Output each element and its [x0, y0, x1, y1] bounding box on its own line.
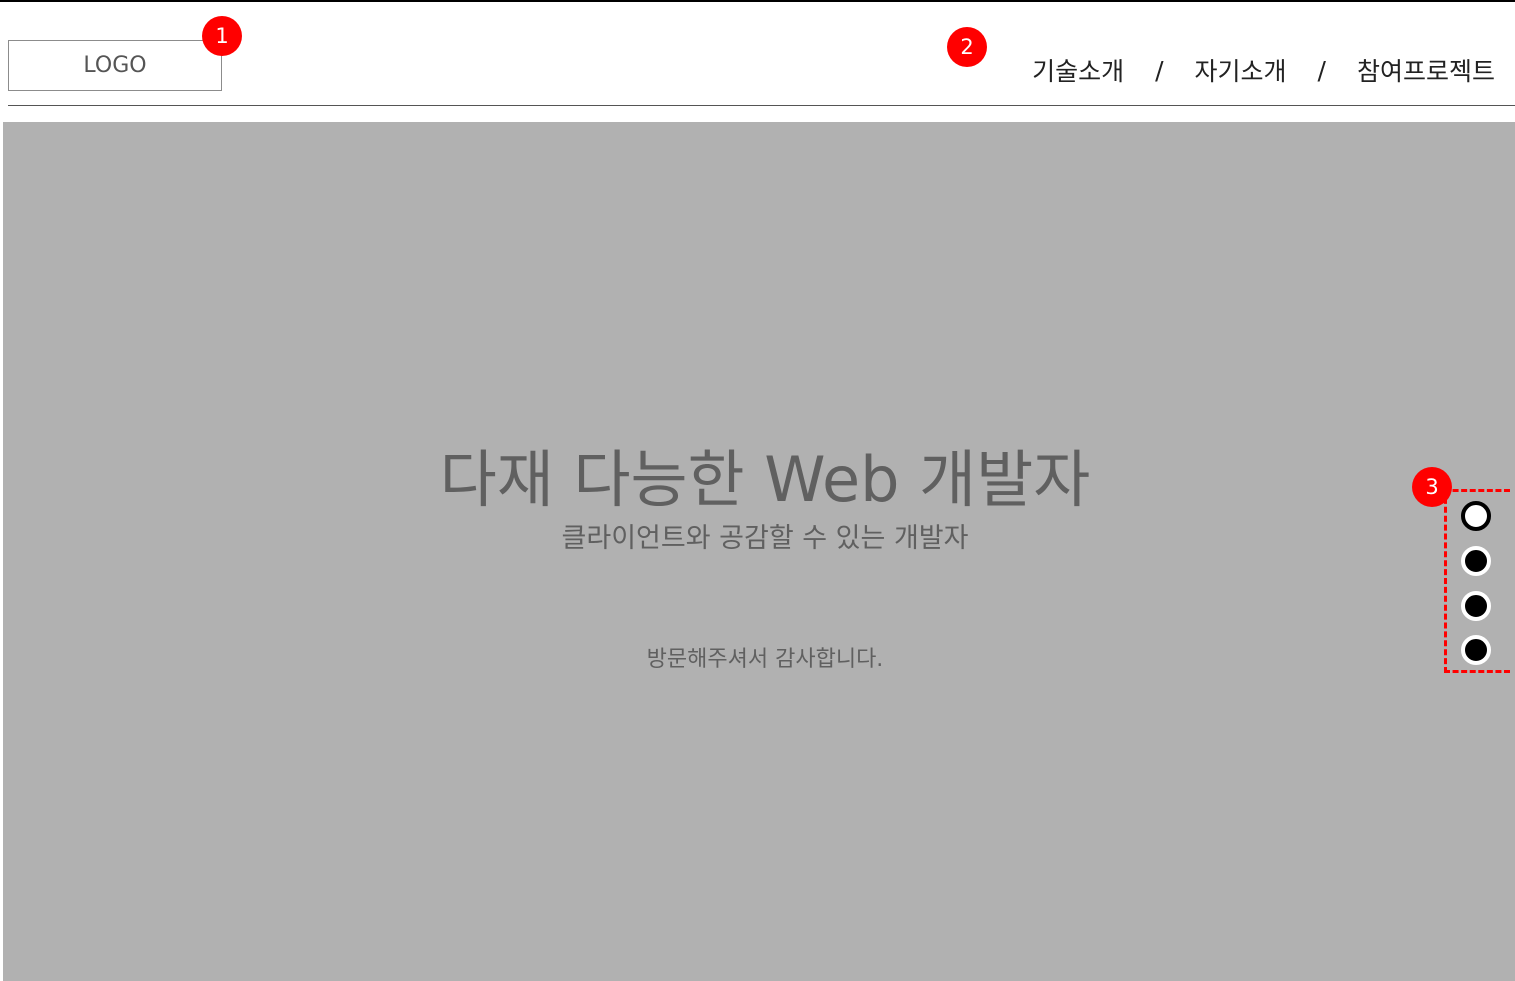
hero-section: 다재 다능한 Web 개발자 클라이언트와 공감할 수 있는 개발자 방문해주셔… [3, 122, 1515, 981]
annotation-badge-1: 1 [202, 16, 242, 56]
hero-title: 다재 다능한 Web 개발자 [439, 443, 1091, 516]
nav-separator: / [1155, 55, 1164, 85]
nav-item-about[interactable]: 자기소개 [1195, 52, 1287, 88]
nav-separator: / [1317, 55, 1326, 85]
hero-subtitle: 클라이언트와 공감할 수 있는 개발자 [561, 523, 969, 554]
page: LOGO 기술소개 / 자기소개 / 참여프로젝트 다재 다능한 Web 개발자… [0, 0, 1515, 981]
annotation-badge-3: 3 [1412, 467, 1452, 507]
slide-dot-1[interactable] [1461, 501, 1491, 531]
slide-dot-2[interactable] [1461, 546, 1491, 576]
annotation-badge-2: 2 [947, 27, 987, 67]
hero-message: 방문해주셔서 감사합니다. [646, 647, 884, 672]
header-divider [8, 105, 1515, 106]
main-nav: 기술소개 / 자기소개 / 참여프로젝트 [1032, 52, 1495, 88]
slide-dot-4[interactable] [1461, 635, 1491, 665]
logo-label: LOGO [83, 53, 147, 78]
nav-item-tech[interactable]: 기술소개 [1032, 52, 1124, 88]
logo[interactable]: LOGO [8, 40, 222, 91]
nav-item-projects[interactable]: 참여프로젝트 [1357, 52, 1495, 88]
slide-dot-3[interactable] [1461, 591, 1491, 621]
